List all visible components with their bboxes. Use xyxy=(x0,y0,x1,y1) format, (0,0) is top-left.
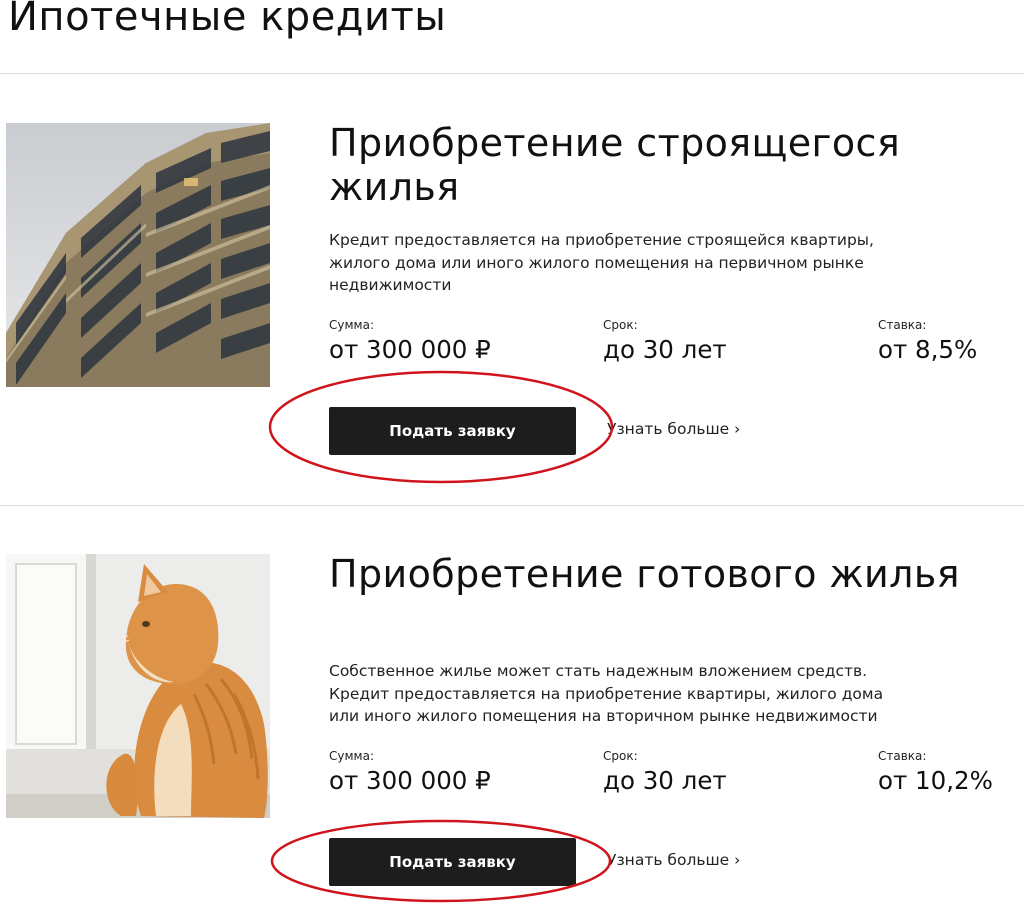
offer-description: Собственное жилье может стать надежным в… xyxy=(329,662,884,725)
rate-stat: Ставка: от 10,2% xyxy=(878,748,993,797)
offer-title: Приобретение строящегося жилья xyxy=(329,121,901,209)
divider xyxy=(0,73,1024,74)
divider xyxy=(0,505,1024,506)
term-stat: Срок: до 30 лет xyxy=(603,317,727,366)
sum-stat: Сумма: от 300 000 ₽ xyxy=(329,748,491,797)
term-value: до 30 лет xyxy=(603,766,727,795)
rate-value: от 10,2% xyxy=(878,766,993,795)
apartment-building-photo xyxy=(6,123,270,387)
sum-value: от 300 000 ₽ xyxy=(329,766,491,795)
offer-title: Приобретение готового жилья xyxy=(329,552,960,596)
apply-button[interactable]: Подать заявку xyxy=(329,407,576,455)
sum-label: Сумма: xyxy=(329,318,374,332)
learn-more-link[interactable]: Узнать больше › xyxy=(607,851,740,869)
rate-stat: Ставка: от 8,5% xyxy=(878,317,977,366)
apply-button[interactable]: Подать заявку xyxy=(329,838,576,886)
rate-value: от 8,5% xyxy=(878,335,978,364)
term-stat: Срок: до 30 лет xyxy=(603,748,727,797)
ginger-cat-photo xyxy=(6,554,270,818)
term-label: Срок: xyxy=(603,318,638,332)
term-value: до 30 лет xyxy=(603,335,727,364)
sum-label: Сумма: xyxy=(329,749,374,763)
rate-label: Ставка: xyxy=(878,749,927,763)
learn-more-link[interactable]: Узнать больше › xyxy=(607,420,740,438)
sum-stat: Сумма: от 300 000 ₽ xyxy=(329,317,491,366)
page-title: Ипотечные кредиты xyxy=(8,0,447,40)
offer-description: Кредит предоставляется на приобретение с… xyxy=(329,231,874,294)
sum-value: от 300 000 ₽ xyxy=(329,335,491,364)
term-label: Срок: xyxy=(603,749,638,763)
rate-label: Ставка: xyxy=(878,318,927,332)
